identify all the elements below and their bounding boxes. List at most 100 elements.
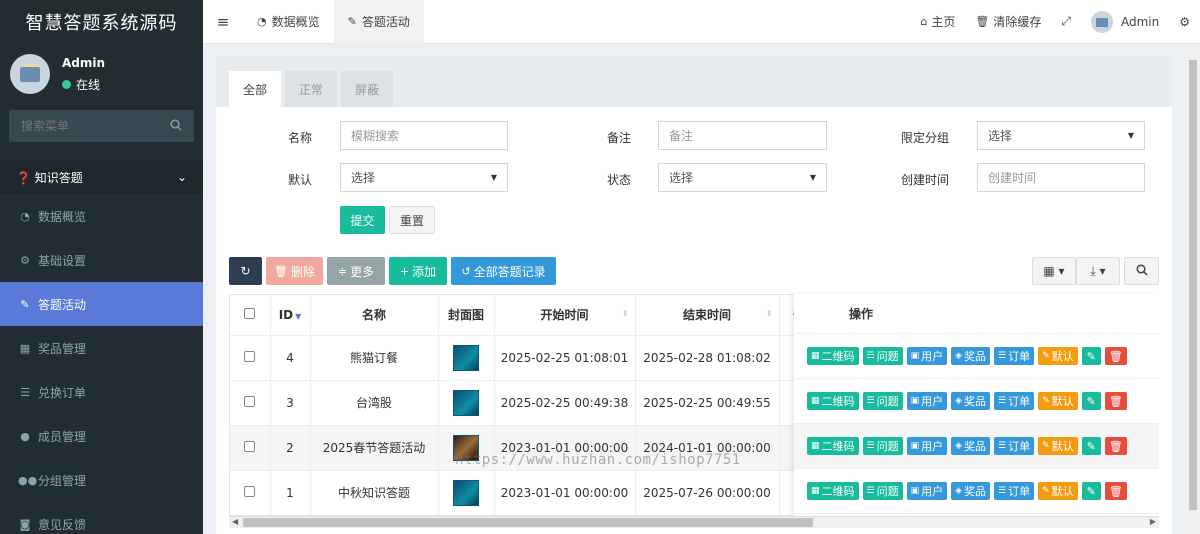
delete-row-button[interactable]: 🗑 bbox=[1104, 347, 1127, 365]
tab-activities[interactable]: ✎ 答题活动 bbox=[333, 0, 424, 44]
settings-button[interactable]: ⚙ bbox=[1169, 0, 1200, 44]
questions-button[interactable]: ☰ 问题 bbox=[862, 392, 903, 410]
name-search-input[interactable]: 模糊搜索 bbox=[340, 121, 508, 150]
edit-icon: ✎ bbox=[1086, 349, 1096, 363]
col-end-time[interactable]: 结束时间 ⬍ bbox=[635, 295, 780, 336]
default-button[interactable]: ✎ 默认 bbox=[1038, 482, 1078, 500]
scroll-left-icon[interactable]: ◀ bbox=[232, 517, 238, 526]
row-checkbox[interactable] bbox=[230, 470, 271, 515]
prizes-button[interactable]: ◈ 奖品 bbox=[951, 437, 991, 455]
delete-row-button[interactable]: 🗑 bbox=[1104, 392, 1127, 410]
col-start-time[interactable]: 开始时间 ⬍ bbox=[494, 295, 636, 336]
list-icon: ☰ bbox=[20, 385, 30, 399]
users-button[interactable]: ▣ 用户 bbox=[906, 347, 948, 365]
delete-row-button[interactable]: 🗑 bbox=[1104, 437, 1127, 455]
cover-thumbnail[interactable] bbox=[453, 344, 479, 371]
tab-dashboard[interactable]: ◔ 数据概览 bbox=[243, 0, 334, 44]
brand-title[interactable]: 智慧答题系统源码 bbox=[0, 0, 203, 44]
default-button[interactable]: ✎ 默认 bbox=[1038, 347, 1078, 365]
users-button[interactable]: ▣ 用户 bbox=[906, 392, 948, 410]
prizes-button[interactable]: ◈ 奖品 bbox=[951, 347, 991, 365]
questions-button[interactable]: ☰ 问题 bbox=[862, 482, 903, 500]
users-button[interactable]: ▣ 用户 bbox=[906, 482, 948, 500]
menu-toggle-icon[interactable]: ≡ bbox=[203, 13, 243, 31]
sidebar-item-settings[interactable]: ⚙ 基础设置 bbox=[0, 238, 203, 282]
prizes-button[interactable]: ◈ 奖品 bbox=[951, 482, 991, 500]
qrcode-button[interactable]: ▦ 二维码 bbox=[807, 347, 859, 365]
refresh-button[interactable]: ↻ bbox=[229, 257, 262, 285]
created-time-input[interactable]: 创建时间 bbox=[977, 163, 1145, 192]
orders-button[interactable]: ☰ 订单 bbox=[994, 392, 1035, 410]
qrcode-button[interactable]: ▦ 二维码 bbox=[807, 482, 859, 500]
sort-icon: ⬍ bbox=[765, 309, 773, 318]
question-circle-icon: ❓ bbox=[16, 170, 31, 185]
default-button[interactable]: ✎ 默认 bbox=[1038, 392, 1078, 410]
export-button[interactable]: ⤓ ▾ bbox=[1076, 257, 1120, 285]
search-button[interactable] bbox=[1124, 257, 1159, 285]
edit-button[interactable]: ✎ bbox=[1081, 392, 1101, 410]
default-button[interactable]: ✎ 默认 bbox=[1038, 437, 1078, 455]
reset-button[interactable]: 重置 bbox=[389, 206, 435, 234]
cell-name: 台湾股 bbox=[310, 380, 439, 426]
row-checkbox[interactable] bbox=[230, 335, 271, 381]
remark-input[interactable]: 备注 bbox=[658, 121, 827, 150]
cell-cover[interactable] bbox=[438, 470, 495, 515]
sidebar-item-activities[interactable]: ✎ 答题活动 bbox=[0, 282, 203, 326]
more-button[interactable]: ≑ 更多 bbox=[327, 257, 385, 285]
questions-button[interactable]: ☰ 问题 bbox=[862, 347, 903, 365]
users-button[interactable]: ▣ 用户 bbox=[906, 437, 948, 455]
sidebar-item-prizes[interactable]: ▦ 奖品管理 bbox=[0, 326, 203, 370]
tab-normal[interactable]: 正常 bbox=[285, 71, 338, 107]
default-select[interactable]: 选择 ▼ bbox=[340, 163, 508, 192]
row-checkbox[interactable] bbox=[230, 380, 271, 426]
user-status: 在线 bbox=[62, 76, 105, 93]
fullscreen-button[interactable]: ⤢ bbox=[1051, 0, 1081, 44]
sidebar-item-groups[interactable]: ●● 分组管理 bbox=[0, 458, 203, 502]
tab-all[interactable]: 全部 bbox=[229, 71, 282, 107]
home-link[interactable]: ⌂ 主页 bbox=[910, 0, 965, 44]
qrcode-button[interactable]: ▦ 二维码 bbox=[807, 392, 859, 410]
select-all-checkbox[interactable] bbox=[230, 295, 271, 336]
sidebar-item-feedback[interactable]: ◙ 意见反馈 bbox=[0, 502, 203, 534]
qrcode-button[interactable]: ▦ 二维码 bbox=[807, 437, 859, 455]
menu-search-input[interactable] bbox=[21, 119, 161, 133]
orders-button[interactable]: ☰ 订单 bbox=[994, 347, 1035, 365]
clear-cache-link[interactable]: 🗑 清除缓存 bbox=[965, 0, 1051, 44]
vertical-scroll-thumb[interactable] bbox=[1189, 60, 1197, 510]
id-card-icon: ▣ bbox=[910, 486, 920, 496]
cover-thumbnail[interactable] bbox=[453, 389, 479, 416]
horizontal-scrollbar[interactable]: ◀ ▶ bbox=[229, 516, 1159, 528]
prizes-button[interactable]: ◈ 奖品 bbox=[951, 392, 991, 410]
status-select[interactable]: 选择 ▼ bbox=[658, 163, 827, 192]
delete-row-button[interactable]: 🗑 bbox=[1104, 482, 1127, 500]
col-id[interactable]: ID ▼ bbox=[270, 295, 311, 336]
edit-button[interactable]: ✎ bbox=[1081, 437, 1101, 455]
group-select[interactable]: 选择 ▼ bbox=[977, 121, 1145, 150]
cell-cover[interactable] bbox=[438, 380, 495, 426]
horizontal-scroll-thumb[interactable] bbox=[243, 518, 813, 527]
columns-button[interactable]: ▦ ▾ bbox=[1032, 257, 1076, 285]
orders-button[interactable]: ☰ 订单 bbox=[994, 482, 1035, 500]
add-button[interactable]: + 添加 bbox=[389, 257, 447, 285]
edit-button[interactable]: ✎ bbox=[1081, 347, 1101, 365]
row-checkbox[interactable] bbox=[230, 425, 271, 471]
cell-cover[interactable] bbox=[438, 335, 495, 381]
default-label: 默认 bbox=[288, 173, 313, 187]
scroll-right-icon[interactable]: ▶ bbox=[1150, 517, 1156, 526]
sidebar-item-members[interactable]: ● 成员管理 bbox=[0, 414, 203, 458]
orders-button[interactable]: ☰ 订单 bbox=[994, 437, 1035, 455]
vertical-scrollbar[interactable] bbox=[1186, 44, 1200, 534]
questions-button[interactable]: ☰ 问题 bbox=[862, 437, 903, 455]
edit-button[interactable]: ✎ bbox=[1081, 482, 1101, 500]
menu-section-knowledge[interactable]: ❓ 知识答题 ⌄ bbox=[0, 160, 203, 194]
sidebar-item-orders[interactable]: ☰ 兑换订单 bbox=[0, 370, 203, 414]
list-icon: ☰ bbox=[998, 486, 1007, 496]
admin-menu[interactable]: Admin bbox=[1081, 0, 1169, 44]
delete-button[interactable]: 🗑 删除 bbox=[266, 257, 323, 285]
submit-button[interactable]: 提交 bbox=[340, 206, 385, 234]
sidebar-item-dashboard[interactable]: ◔ 数据概览 bbox=[0, 194, 203, 238]
search-icon[interactable] bbox=[170, 118, 182, 134]
all-records-button[interactable]: ↺ 全部答题记录 bbox=[451, 257, 556, 285]
cover-thumbnail[interactable] bbox=[453, 479, 479, 506]
tab-blocked[interactable]: 屏蔽 bbox=[341, 71, 394, 107]
